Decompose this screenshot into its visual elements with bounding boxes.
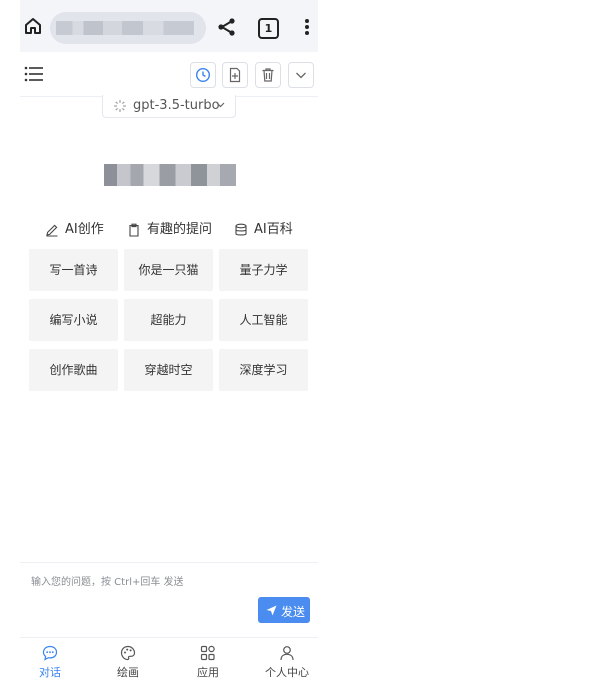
history-button[interactable] <box>190 62 216 88</box>
prompt-tile[interactable]: 创作歌曲 <box>29 349 118 391</box>
delete-button[interactable] <box>255 62 281 88</box>
phone-screen: 1 gpt-3.5-turbo AI创作 有趣的提问 AI百科 写一首诗 你是一… <box>20 0 318 689</box>
blurred-title <box>104 164 236 186</box>
prompt-tile[interactable]: 编写小说 <box>29 299 118 341</box>
bottom-nav: 对话 绘画 应用 个人中心 <box>20 637 318 690</box>
nav-item-profile[interactable]: 个人中心 <box>257 638 317 690</box>
blurred-url <box>56 21 194 35</box>
nav-label: 对话 <box>39 666 61 679</box>
pen-icon <box>46 224 58 237</box>
prompt-tile[interactable]: 超能力 <box>124 299 213 341</box>
nav-item-apps[interactable]: 应用 <box>178 638 238 690</box>
message-input-placeholder[interactable]: 输入您的问题，按 Ctrl+回车 发送 <box>31 573 184 588</box>
browser-toolbar: 1 <box>20 0 318 52</box>
prompt-tile[interactable]: 你是一只猫 <box>124 249 213 291</box>
share-icon[interactable] <box>217 17 237 37</box>
chevron-down-icon <box>296 72 306 79</box>
more-vertical-icon[interactable] <box>298 17 316 37</box>
model-name: gpt-3.5-turbo <box>133 98 220 113</box>
category-label: AI创作 <box>65 222 104 237</box>
menu-list-icon[interactable] <box>24 64 44 84</box>
nav-item-chat[interactable]: 对话 <box>20 638 80 690</box>
database-icon <box>235 223 247 236</box>
nav-label: 个人中心 <box>265 666 309 679</box>
nav-label: 应用 <box>197 666 219 679</box>
prompt-tile[interactable]: 写一首诗 <box>29 249 118 291</box>
new-file-button[interactable] <box>222 62 248 88</box>
sparkle-icon <box>114 100 126 112</box>
apps-icon <box>200 645 215 661</box>
clock-icon <box>195 67 211 83</box>
model-selector[interactable]: gpt-3.5-turbo <box>102 95 236 118</box>
send-plane-icon <box>266 605 277 616</box>
prompt-tile[interactable]: 深度学习 <box>219 349 308 391</box>
palette-icon <box>120 645 136 661</box>
category-label: 有趣的提问 <box>147 222 213 237</box>
category-row: AI创作 有趣的提问 AI百科 <box>20 219 318 241</box>
nav-label: 绘画 <box>117 666 139 679</box>
tab-count-button[interactable]: 1 <box>258 18 279 39</box>
file-plus-icon <box>229 67 241 83</box>
send-button[interactable]: 发送 <box>258 597 310 623</box>
category-label: AI百科 <box>254 222 293 237</box>
chat-icon <box>42 645 58 661</box>
clipboard-icon <box>129 223 139 237</box>
prompt-tile[interactable]: 穿越时空 <box>124 349 213 391</box>
nav-item-drawing[interactable]: 绘画 <box>98 638 158 690</box>
chevron-down-icon <box>216 102 225 108</box>
message-input-area[interactable]: 输入您的问题，按 Ctrl+回车 发送 发送 <box>20 562 318 633</box>
prompt-tile[interactable]: 量子力学 <box>219 249 308 291</box>
trash-icon <box>262 68 274 82</box>
expand-button[interactable] <box>288 62 314 88</box>
home-icon[interactable] <box>23 16 43 36</box>
send-label: 发送 <box>281 605 306 619</box>
user-icon <box>280 646 294 661</box>
prompt-tile[interactable]: 人工智能 <box>219 299 308 341</box>
app-toolbar <box>20 52 318 97</box>
address-bar[interactable] <box>50 12 206 44</box>
